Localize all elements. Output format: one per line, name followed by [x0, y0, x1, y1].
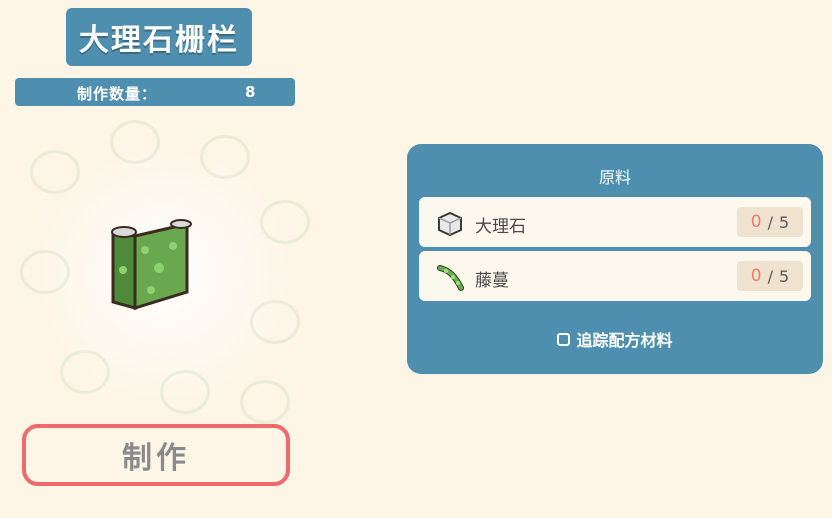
- material-row[interactable]: 大理石 0 / 5: [419, 197, 811, 247]
- quantity-value: 8: [245, 83, 256, 101]
- decor-bubble: [240, 380, 290, 424]
- decor-bubble: [60, 350, 110, 394]
- material-count: 0 / 5: [737, 207, 803, 237]
- materials-panel-title: 原料: [598, 168, 631, 187]
- recipe-title-text: 大理石栅栏: [79, 23, 239, 58]
- track-checkbox[interactable]: [557, 332, 571, 346]
- make-button[interactable]: 制作: [22, 424, 290, 486]
- marble-fence-icon: [95, 215, 205, 325]
- make-button-label: 制作: [122, 441, 190, 476]
- material-need: 5: [779, 266, 790, 286]
- quantity-bar: 制作数量： 8: [15, 78, 295, 106]
- track-recipe-toggle[interactable]: 追踪配方材料: [407, 327, 823, 351]
- decor-bubble: [260, 200, 310, 244]
- material-need: 5: [779, 212, 790, 232]
- recipe-title: 大理石栅栏: [66, 8, 252, 66]
- material-name: 藤蔓: [475, 271, 509, 291]
- decor-bubble: [110, 120, 160, 164]
- material-name: 大理石: [475, 217, 526, 237]
- material-separator: /: [767, 266, 774, 286]
- materials-panel: 原料 大理石 0 / 5 藤蔓 0 / 5 追踪配方材料: [407, 144, 823, 374]
- material-separator: /: [767, 212, 774, 232]
- decor-bubble: [30, 150, 80, 194]
- decor-bubble: [250, 300, 300, 344]
- decor-bubble: [160, 370, 210, 414]
- decor-bubble: [20, 250, 70, 294]
- material-row[interactable]: 藤蔓 0 / 5: [419, 251, 811, 301]
- material-have: 0: [750, 212, 762, 232]
- material-have: 0: [750, 266, 762, 286]
- material-count: 0 / 5: [737, 261, 803, 291]
- track-label: 追踪配方材料: [576, 331, 673, 350]
- marble-icon: [438, 211, 462, 237]
- decor-bubble: [200, 135, 250, 179]
- quantity-label: 制作数量：: [77, 85, 158, 103]
- vine-icon: [437, 265, 464, 291]
